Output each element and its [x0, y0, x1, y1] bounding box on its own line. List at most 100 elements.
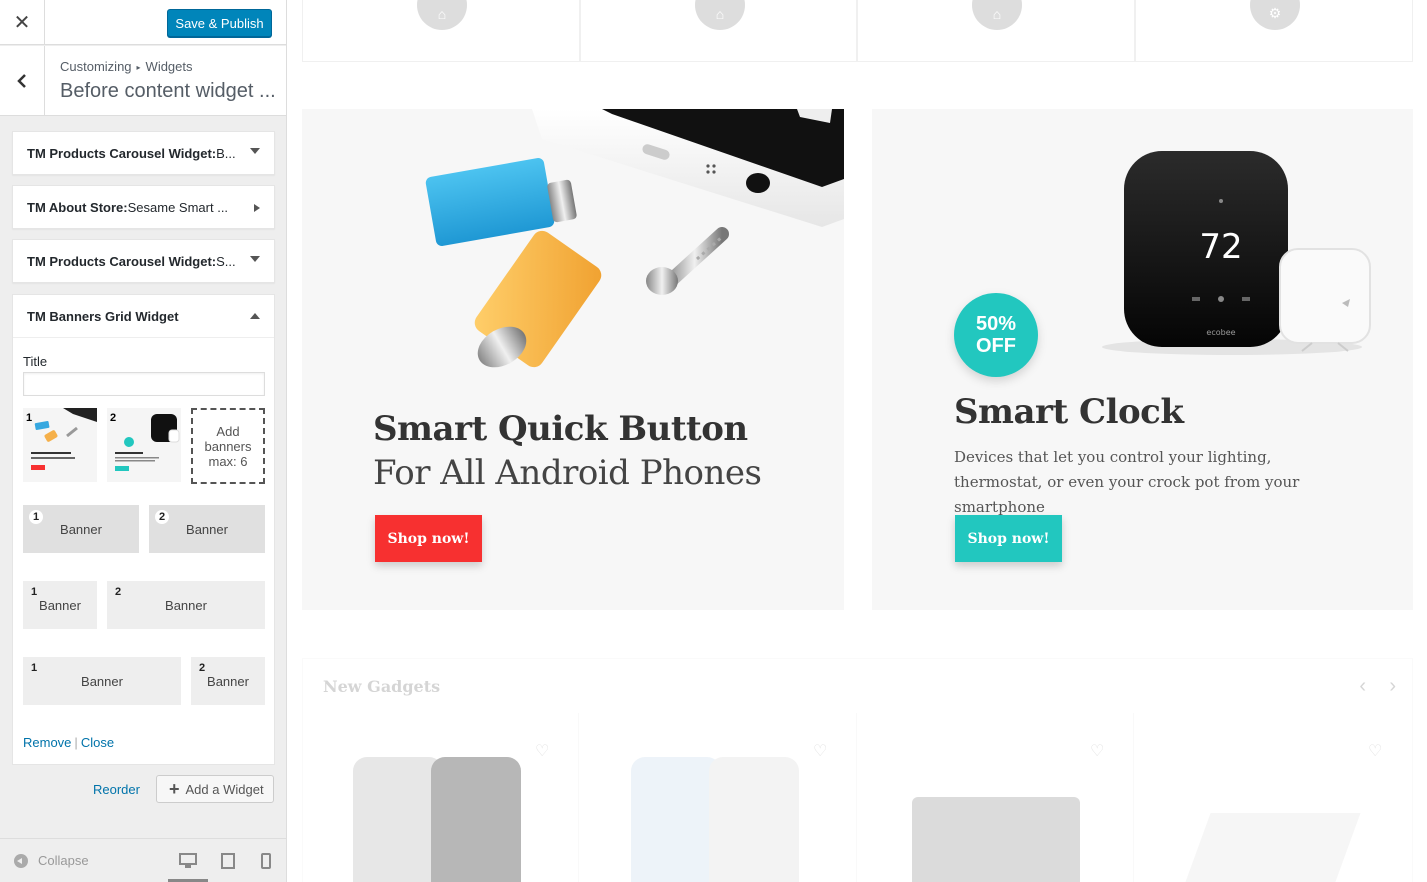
close-customizer-button[interactable]: ✕: [0, 0, 45, 45]
thermostat-brand: ecobee: [1206, 328, 1235, 337]
layout-3-banner-1[interactable]: 1 Banner: [23, 657, 181, 705]
carousel-next-icon[interactable]: ›: [1389, 675, 1396, 698]
breadcrumb-section: Widgets: [145, 59, 193, 74]
breadcrumb-root: Customizing: [60, 59, 132, 74]
customizer-sidebar: ✕ Save & Publish Customizing ▸ Widgets Bef…: [0, 0, 287, 882]
layout-1-banner-1[interactable]: 1 Banner: [23, 505, 139, 553]
remove-link[interactable]: Remove: [23, 735, 71, 750]
banner-2-shop-now-button[interactable]: Shop now!: [955, 515, 1062, 562]
feature-box-3: ⌂: [857, 0, 1135, 62]
thermostat-reading: 72: [1199, 227, 1242, 267]
basket-icon: ⌂: [695, 0, 745, 30]
widget-products-carousel-2[interactable]: TM Products Carousel Widget: S...: [12, 239, 275, 283]
product-image: [1181, 813, 1361, 882]
collapse-label: Collapse: [38, 853, 89, 868]
add-widget-button[interactable]: + Add a Widget: [156, 775, 274, 803]
title-input[interactable]: [23, 372, 265, 396]
carousel-prev-icon[interactable]: ‹: [1359, 675, 1366, 698]
wishlist-heart-icon[interactable]: ♡: [1368, 741, 1382, 761]
wishlist-heart-icon[interactable]: ♡: [535, 741, 549, 761]
banner-label: Banner: [39, 597, 81, 613]
banner-number: 2: [198, 662, 206, 674]
layout-3-banner-2[interactable]: 2 Banner: [191, 657, 265, 705]
new-gadgets-section: New Gadgets ‹ › ♡ ♡ ♡ ♡: [302, 658, 1413, 882]
collapse-icon: [14, 853, 28, 868]
mobile-icon[interactable]: [261, 853, 271, 869]
widget-title: TM Products Carousel Widget:: [27, 145, 217, 161]
banner-label: Banner: [207, 673, 249, 689]
product-card[interactable]: ♡: [303, 713, 579, 882]
product-image: [912, 797, 1080, 882]
banner-label: Banner: [186, 521, 228, 537]
feature-box-2: ⌂: [580, 0, 857, 62]
product-card[interactable]: ♡: [858, 713, 1134, 882]
expand-arrow-icon[interactable]: [250, 256, 260, 262]
breadcrumb-separator-icon: ▸: [136, 63, 141, 72]
product-image: [353, 757, 443, 882]
banner-number: 2: [114, 586, 122, 598]
add-banners-button[interactable]: Add banners max: 6: [191, 408, 265, 484]
badge-line-1: 50%: [975, 313, 1017, 335]
banner-smart-quick-button[interactable]: Smart Quick Button For All Android Phone…: [302, 109, 844, 610]
expand-arrow-icon[interactable]: [250, 148, 260, 154]
layout-2-banner-1[interactable]: 1 Banner: [23, 581, 97, 629]
close-icon: ✕: [13, 12, 31, 34]
widget-actions: Remove | Close: [23, 735, 114, 750]
save-publish-button[interactable]: Save & Publish: [167, 9, 272, 37]
banner-thumbnail-1[interactable]: 1: [23, 408, 97, 482]
quick-button-product-image: [302, 109, 844, 399]
product-card[interactable]: ♡: [581, 713, 857, 882]
banner-thumbnail-2[interactable]: 2: [107, 408, 181, 482]
widget-title: TM Banners Grid Widget: [27, 308, 179, 324]
widget-about-store[interactable]: TM About Store: Sesame Smart ...: [12, 185, 275, 229]
banner-1-shop-now-button[interactable]: Shop now!: [375, 515, 482, 562]
wishlist-heart-icon[interactable]: ♡: [813, 741, 827, 761]
layout-2-banner-2[interactable]: 2 Banner: [107, 581, 265, 629]
banner-1-subtitle: For All Android Phones: [373, 453, 762, 493]
basket-icon: ⌂: [972, 0, 1022, 30]
add-widget-label: Add a Widget: [185, 781, 264, 797]
back-button[interactable]: [0, 46, 45, 115]
banner-2-thumbnail-image: [107, 408, 181, 482]
plus-icon: +: [169, 778, 180, 799]
banner-smart-clock[interactable]: 72 ecobee 50% OFF Smart Clock Devices tha…: [872, 109, 1413, 610]
actions-separator: |: [74, 735, 78, 750]
expand-arrow-icon[interactable]: [254, 204, 260, 212]
new-gadgets-title: New Gadgets: [323, 677, 441, 696]
site-preview: ⌂ ⌂ ⌂ ⚙ Smart Quick Button For All Andro…: [288, 0, 1427, 882]
feature-box-1: ⌂: [302, 0, 580, 62]
banner-label: Banner: [165, 597, 207, 613]
smart-clock-product-image: 72 ecobee: [1102, 151, 1371, 355]
banner-label: Banner: [60, 521, 102, 537]
widget-banners-grid: TM Banners Grid Widget Title 1 2 Add ban…: [12, 294, 275, 765]
section-title: Before content widget ...: [60, 80, 276, 102]
product-image: [631, 757, 721, 882]
banner-number: 1: [26, 412, 33, 424]
widget-title: TM Products Carousel Widget:: [27, 253, 217, 269]
banner-number: 1: [30, 662, 38, 674]
wishlist-heart-icon[interactable]: ♡: [1090, 741, 1104, 761]
product-card[interactable]: ♡: [1136, 713, 1412, 882]
banner-number: 1: [29, 510, 43, 524]
widget-title: TM About Store:: [27, 199, 128, 215]
banner-1-title: Smart Quick Button: [373, 409, 748, 449]
gear-icon: ⚙: [1250, 0, 1300, 30]
widget-products-carousel-1[interactable]: TM Products Carousel Widget: B...: [12, 131, 275, 175]
discount-badge: 50% OFF: [954, 293, 1038, 377]
banner-number: 2: [155, 510, 169, 524]
banner-2-description: Devices that let you control your lighti…: [954, 448, 1300, 516]
layout-1-banner-2[interactable]: 2 Banner: [149, 505, 265, 553]
banner-number: 2: [110, 412, 117, 424]
banner-label: Banner: [81, 673, 123, 689]
tablet-icon[interactable]: [221, 853, 235, 869]
product-image: [709, 757, 799, 882]
feature-box-4: ⚙: [1135, 0, 1413, 62]
widget-banners-grid-header[interactable]: TM Banners Grid Widget: [13, 295, 274, 338]
badge-line-2: OFF: [976, 335, 1016, 357]
collapse-button[interactable]: Collapse: [14, 853, 89, 868]
collapse-arrow-icon[interactable]: [250, 313, 260, 319]
breadcrumb: Customizing ▸ Widgets: [60, 59, 193, 74]
reorder-link[interactable]: Reorder: [93, 782, 140, 797]
close-link[interactable]: Close: [81, 735, 114, 750]
desktop-icon[interactable]: [179, 853, 197, 869]
